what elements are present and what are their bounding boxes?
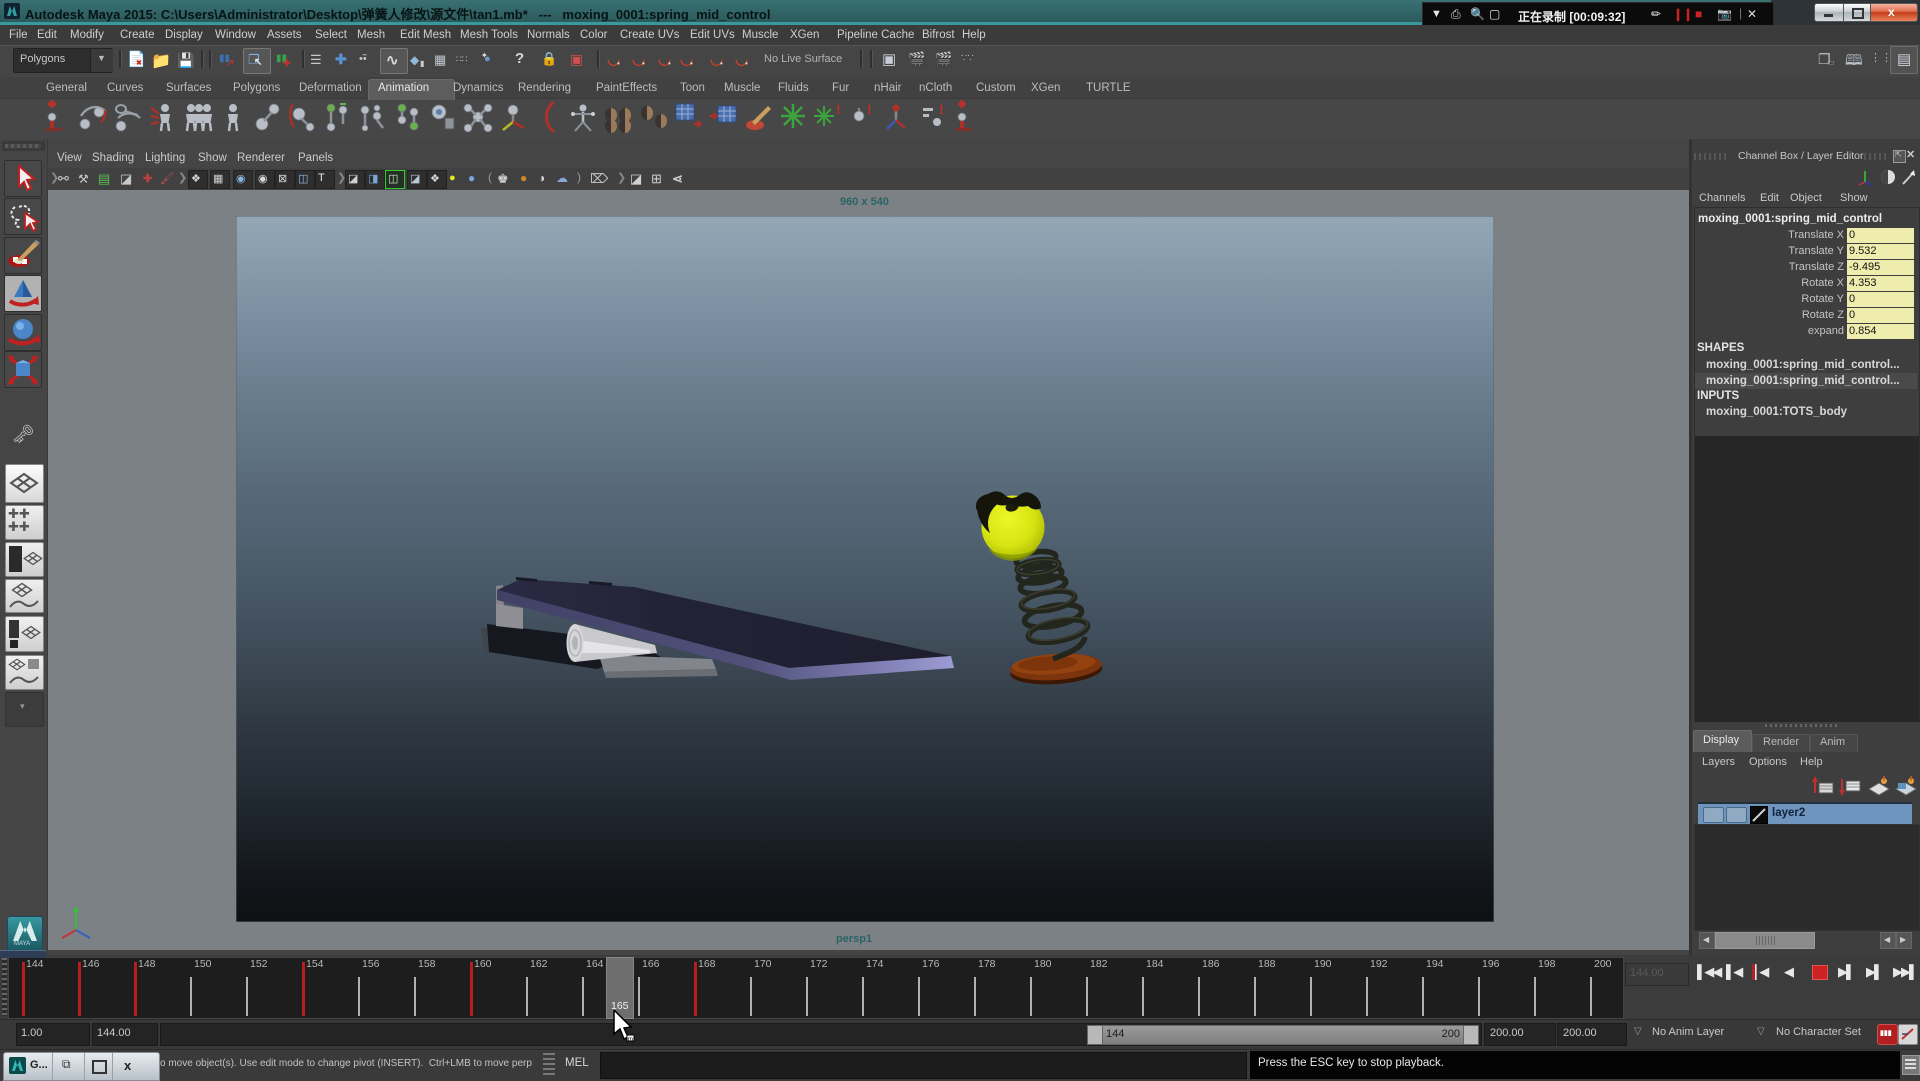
svg-text:!: ! bbox=[836, 101, 841, 117]
svg-text:!: ! bbox=[867, 101, 872, 117]
svg-text:m: m bbox=[628, 1037, 633, 1043]
svg-text:!: ! bbox=[939, 101, 944, 117]
